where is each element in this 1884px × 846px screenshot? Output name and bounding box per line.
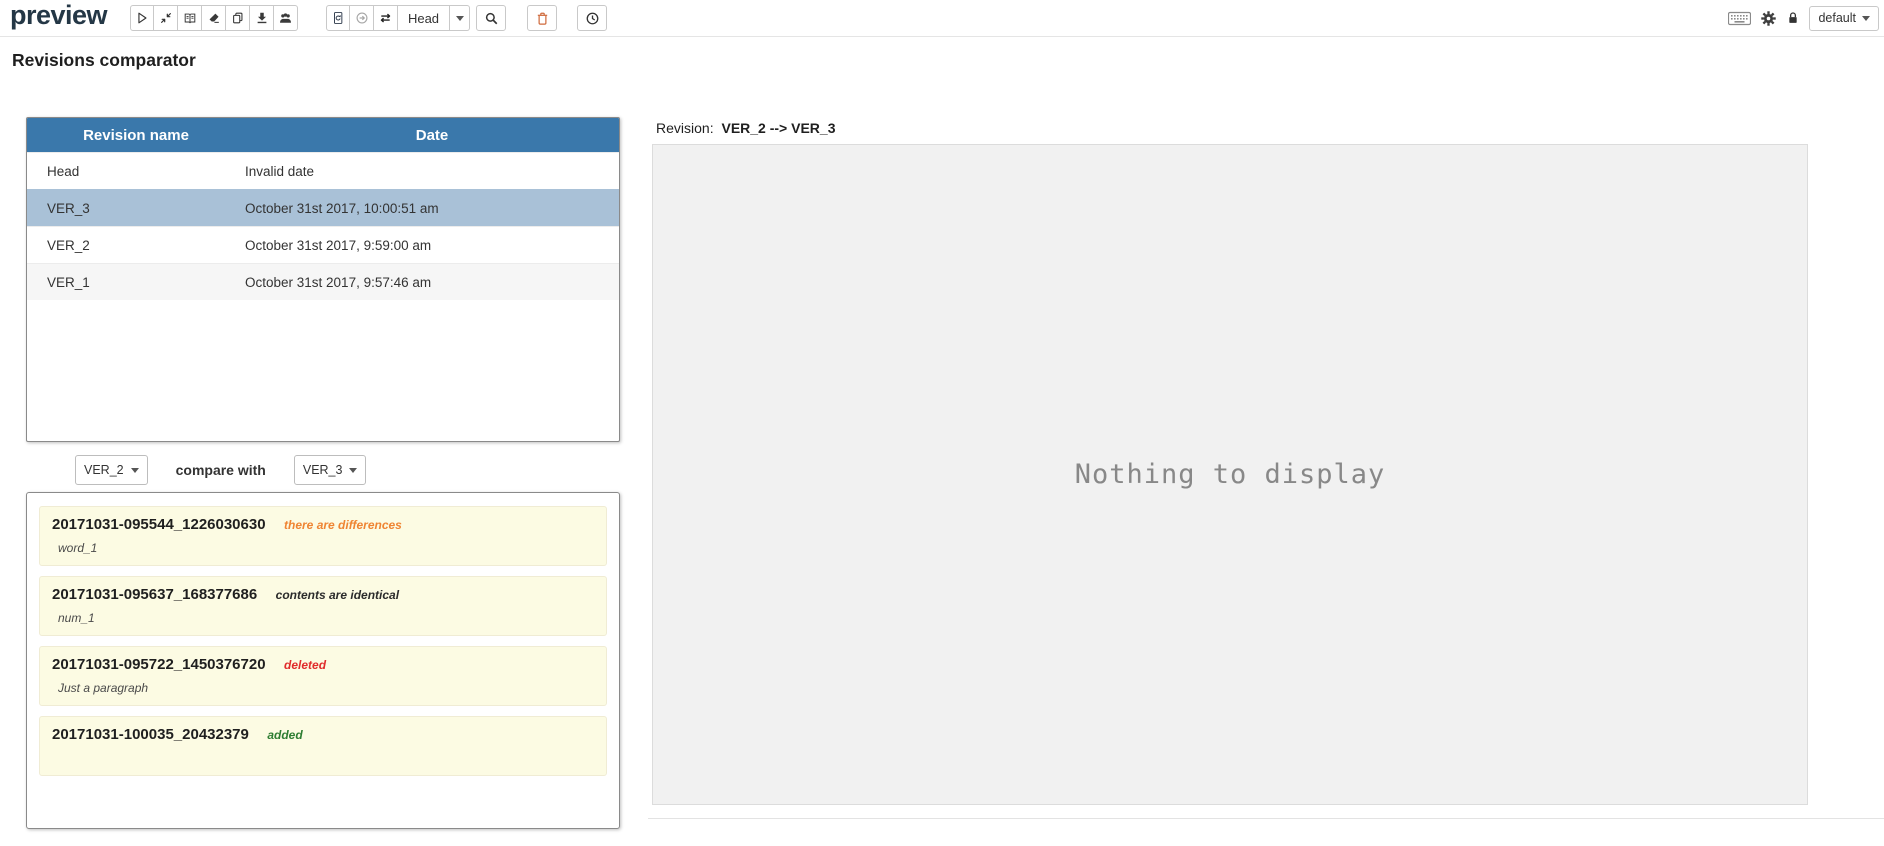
- swap-revisions-button[interactable]: [374, 5, 398, 31]
- compare-bar: VER_2 compare with VER_3: [75, 455, 367, 485]
- search-icon: [484, 11, 499, 26]
- revision-name-cell: VER_3: [47, 200, 90, 216]
- revision-date-cell: October 31st 2017, 10:00:51 am: [245, 200, 439, 216]
- bottom-divider: [648, 818, 1884, 819]
- revision-date-cell: October 31st 2017, 9:59:00 am: [245, 237, 432, 253]
- table-row-ver1[interactable]: VER_1 October 31st 2017, 9:57:46 am: [27, 263, 619, 300]
- diff-revision-value: VER_2 --> VER_3: [721, 120, 836, 136]
- copy-button[interactable]: [226, 5, 250, 31]
- users-button[interactable]: [274, 5, 298, 31]
- document-title: 20171031-095637_168377686: [52, 586, 258, 603]
- goto-revision-button[interactable]: [350, 5, 374, 31]
- document-subtitle: word_1: [58, 541, 98, 555]
- swap-icon: [378, 11, 393, 25]
- revisions-table: Revision name Date Head Invalid date VER…: [26, 117, 620, 442]
- circle-arrow-icon: [355, 11, 369, 25]
- page-refresh-button[interactable]: [326, 5, 350, 31]
- profile-selector-label: default: [1818, 11, 1856, 25]
- app-logo: preview: [10, 0, 108, 30]
- documents-list: 20171031-095544_1226030630 there are dif…: [26, 492, 620, 829]
- document-subtitle: num_1: [58, 611, 95, 625]
- table-row-ver3[interactable]: VER_3 October 31st 2017, 10:00:51 am: [27, 189, 619, 226]
- diff-revision-label: Revision:: [656, 120, 714, 136]
- revisions-table-header: Revision name Date: [27, 118, 619, 152]
- compare-left-select[interactable]: VER_2: [75, 455, 148, 485]
- document-title: 20171031-100035_20432379: [52, 726, 249, 743]
- revision-name-cell: Head: [47, 163, 80, 179]
- column-header-date: Date: [415, 126, 449, 144]
- chevron-down-icon: [455, 15, 464, 21]
- revision-date-cell: Invalid date: [245, 163, 315, 179]
- collapse-button[interactable]: [154, 5, 178, 31]
- delete-button[interactable]: [527, 5, 557, 31]
- topbar-right-cluster: default: [1728, 5, 1879, 31]
- lock-icon[interactable]: [1786, 10, 1800, 26]
- toolbar-group-revision: Head: [326, 5, 470, 31]
- page-refresh-icon: [331, 11, 345, 25]
- empty-state-message: Nothing to display: [1074, 459, 1386, 490]
- table-row-ver2[interactable]: VER_2 October 31st 2017, 9:59:00 am: [27, 226, 619, 263]
- download-icon: [255, 11, 269, 25]
- topbar: preview Head default: [0, 0, 1884, 37]
- revision-name-cell: VER_2: [47, 237, 90, 253]
- keyboard-icon[interactable]: [1728, 11, 1752, 26]
- page-title: Revisions comparator: [12, 50, 196, 70]
- download-button[interactable]: [250, 5, 274, 31]
- chevron-down-icon: [1862, 15, 1870, 21]
- compare-with-label: compare with: [175, 462, 266, 478]
- document-status-badge: deleted: [284, 658, 327, 672]
- toolbar-group-main: [130, 5, 298, 31]
- document-card[interactable]: 20171031-095544_1226030630 there are dif…: [39, 506, 607, 566]
- document-card[interactable]: 20171031-100035_20432379 added: [39, 716, 607, 776]
- revision-selector[interactable]: Head: [398, 5, 450, 31]
- document-status-badge: added: [267, 728, 303, 742]
- book-view-button[interactable]: [178, 5, 202, 31]
- gear-icon[interactable]: [1760, 10, 1777, 27]
- revision-name-cell: VER_1: [47, 274, 90, 290]
- compare-right-value: VER_3: [302, 463, 343, 477]
- diff-content-panel: Nothing to display: [652, 144, 1808, 805]
- chevron-down-icon: [349, 467, 358, 473]
- diff-revision-header: Revision: VER_2 --> VER_3: [656, 120, 835, 136]
- collapse-icon: [159, 11, 173, 25]
- document-status-badge: contents are identical: [275, 588, 400, 602]
- revision-selector-label: Head: [407, 10, 440, 26]
- eraser-button[interactable]: [202, 5, 226, 31]
- document-card[interactable]: 20171031-095637_168377686 contents are i…: [39, 576, 607, 636]
- history-button[interactable]: [577, 5, 607, 31]
- trash-icon: [535, 11, 550, 26]
- play-button[interactable]: [130, 5, 154, 31]
- users-icon: [278, 11, 293, 25]
- book-icon: [183, 11, 197, 25]
- column-header-revision-name: Revision name: [83, 126, 189, 144]
- document-status-badge: there are differences: [284, 518, 402, 532]
- compare-left-value: VER_2: [84, 463, 124, 477]
- play-icon: [135, 11, 149, 25]
- table-row-head[interactable]: Head Invalid date: [27, 152, 619, 189]
- compare-right-select[interactable]: VER_3: [293, 455, 367, 485]
- document-card[interactable]: 20171031-095722_1450376720 deleted Just …: [39, 646, 607, 706]
- search-button[interactable]: [476, 5, 506, 31]
- document-title: 20171031-095544_1226030630: [52, 516, 266, 533]
- copy-icon: [231, 11, 245, 25]
- revision-date-cell: October 31st 2017, 9:57:46 am: [245, 274, 432, 290]
- revision-selector-caret-button[interactable]: [450, 5, 470, 31]
- eraser-icon: [207, 11, 221, 25]
- chevron-down-icon: [130, 467, 139, 473]
- profile-selector[interactable]: default: [1809, 5, 1879, 31]
- document-subtitle: Just a paragraph: [58, 681, 149, 695]
- document-title: 20171031-095722_1450376720: [52, 656, 266, 673]
- clock-icon: [585, 11, 600, 26]
